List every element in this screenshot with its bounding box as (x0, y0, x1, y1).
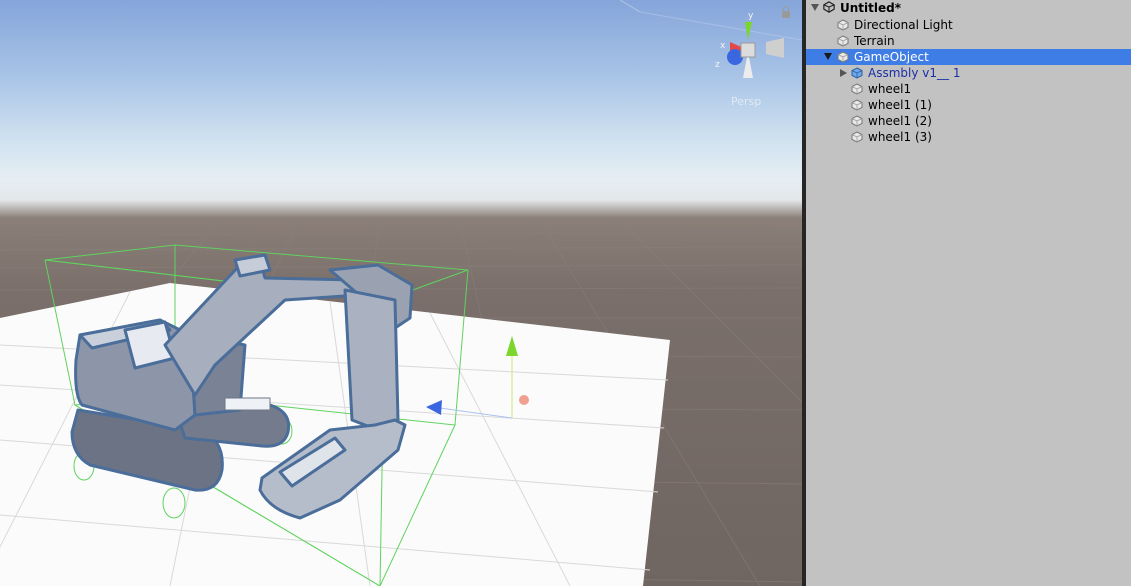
gizmo-z-label: z (715, 60, 720, 70)
hierarchy-item-directional-light[interactable]: Directional Light (806, 17, 1131, 33)
chevron-down-icon[interactable] (811, 4, 819, 11)
gizmo-y-label: y (748, 11, 754, 21)
hierarchy-item-label: Directional Light (854, 18, 953, 32)
hierarchy-item-wheel1-1[interactable]: wheel1 (1) (806, 97, 1131, 113)
scene-view[interactable]: y x z Persp (0, 0, 802, 586)
chevron-right-icon[interactable] (840, 69, 847, 77)
hierarchy-item-label: wheel1 (2) (868, 114, 932, 128)
hierarchy-item-label: Terrain (854, 34, 895, 48)
projection-label[interactable]: Persp (731, 95, 761, 108)
hierarchy-item-label: wheel1 (1) (868, 98, 932, 112)
hierarchy-item-wheel1-2[interactable]: wheel1 (2) (806, 113, 1131, 129)
x-axis-handle (519, 395, 529, 405)
hierarchy-panel: Untitled* Directional Light Terrain Game… (806, 0, 1131, 586)
chevron-down-icon[interactable] (824, 53, 832, 60)
hierarchy-item-wheel1-3[interactable]: wheel1 (3) (806, 129, 1131, 145)
hierarchy-item-terrain[interactable]: Terrain (806, 33, 1131, 49)
hierarchy-item-label: Assmbly v1__ 1 (868, 66, 961, 80)
gameobject-icon (851, 83, 863, 95)
prefab-icon (851, 67, 863, 79)
gameobject-icon (851, 99, 863, 111)
hierarchy-item-gameobject[interactable]: GameObject (806, 49, 1131, 65)
gizmo-x-label: x (720, 41, 726, 51)
hierarchy-item-label: wheel1 (868, 82, 912, 96)
orientation-gizmo[interactable]: y x z (715, 11, 784, 78)
hierarchy-item-wheel1[interactable]: wheel1 (806, 81, 1131, 97)
hierarchy-item-label: wheel1 (3) (868, 130, 932, 144)
scene-name: Untitled* (840, 1, 901, 15)
lock-icon[interactable] (782, 6, 790, 18)
hierarchy-item-label: GameObject (854, 50, 929, 64)
gameobject-icon (851, 115, 863, 127)
scene-row[interactable]: Untitled* (806, 0, 1131, 16)
unity-logo-icon (823, 1, 835, 13)
gameobject-icon (837, 51, 849, 63)
gameobject-icon (837, 19, 849, 31)
hierarchy-item-assmbly[interactable]: Assmbly v1__ 1 (806, 65, 1131, 81)
gameobject-icon (851, 131, 863, 143)
gameobject-icon (837, 35, 849, 47)
